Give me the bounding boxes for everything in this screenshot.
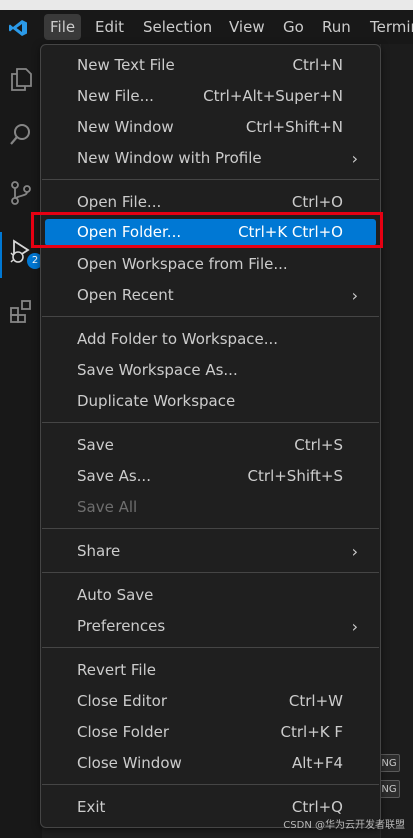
menu-item-shortcut: Ctrl+N [292, 56, 343, 74]
extensions-icon[interactable] [8, 298, 34, 324]
menu-separator [42, 179, 379, 180]
annotation-highlight-box [31, 212, 383, 248]
menu-item-new-window[interactable]: New Window Ctrl+Shift+N [45, 114, 376, 141]
menu-item-label: Close Window [77, 754, 182, 772]
menu-item-new-window-with-profile[interactable]: New Window with Profile › [45, 145, 376, 172]
menu-separator [42, 422, 379, 423]
menubar-edit[interactable]: Edit [89, 14, 130, 40]
menubar-terminal[interactable]: Termin [364, 14, 413, 40]
chevron-right-icon: › [351, 149, 358, 168]
window-top-strip [0, 0, 413, 10]
menu-item-label: Close Editor [77, 692, 168, 710]
menu-separator [42, 528, 379, 529]
side-panel-edge [380, 44, 413, 838]
menu-item-shortcut: Ctrl+K F [280, 723, 344, 741]
menu-item-label: Share [77, 542, 121, 560]
menu-item-shortcut: Ctrl+S [294, 436, 343, 454]
menu-item-label: Save All [77, 498, 138, 516]
menu-item-share[interactable]: Share › [45, 538, 376, 565]
menu-item-shortcut: Ctrl+Alt+Super+N [203, 87, 343, 105]
explorer-icon[interactable] [8, 66, 34, 92]
menu-item-label: Exit [77, 798, 106, 816]
menu-item-label: Open Workspace from File... [77, 255, 288, 273]
menubar-file[interactable]: File [44, 14, 82, 40]
menubar-view[interactable]: View [223, 14, 271, 40]
menu-item-label: Save Workspace As... [77, 361, 238, 379]
menu-separator [42, 316, 379, 317]
menu-item-save-workspace-as[interactable]: Save Workspace As... [45, 357, 376, 384]
chevron-right-icon: › [351, 617, 358, 636]
menu-item-label: Duplicate Workspace [77, 392, 236, 410]
menu-item-label: New Text File [77, 56, 175, 74]
menu-item-label: Save [77, 436, 114, 454]
watermark: CSDN @华为云开发者联盟 [283, 820, 405, 831]
menu-item-label: Close Folder [77, 723, 169, 741]
menu-item-preferences[interactable]: Preferences › [45, 613, 376, 640]
chevron-right-icon: › [351, 286, 358, 305]
menu-separator [42, 572, 379, 573]
menu-item-save[interactable]: Save Ctrl+S [45, 432, 376, 459]
menu-item-label: Add Folder to Workspace... [77, 330, 279, 348]
menu-item-new-file[interactable]: New File... Ctrl+Alt+Super+N [45, 83, 376, 110]
menu-item-label: Preferences [77, 617, 166, 635]
menu-item-save-all: Save All [45, 494, 376, 521]
search-icon[interactable] [8, 121, 34, 147]
menu-item-close-folder[interactable]: Close Folder Ctrl+K F [45, 719, 376, 746]
menu-item-label: New Window [77, 118, 174, 136]
menu-item-shortcut: Ctrl+Shift+N [245, 118, 343, 136]
menu-item-label: Auto Save [77, 586, 154, 604]
activity-bar [0, 44, 42, 838]
menu-item-add-folder-to-workspace[interactable]: Add Folder to Workspace... [45, 326, 376, 353]
menu-item-label: New Window with Profile [77, 149, 262, 167]
menu-item-label: Save As... [77, 467, 151, 485]
menu-item-duplicate-workspace[interactable]: Duplicate Workspace [45, 388, 376, 415]
menu-item-shortcut: Ctrl+Shift+S [247, 467, 343, 485]
background-chip: NG [378, 780, 400, 798]
chevron-right-icon: › [351, 542, 358, 561]
menubar-go[interactable]: Go [277, 14, 310, 40]
menu-separator [42, 647, 379, 648]
menu-item-shortcut: Ctrl+W [288, 692, 343, 710]
menu-separator [42, 784, 379, 785]
menu-item-close-window[interactable]: Close Window Alt+F4 [45, 750, 376, 777]
background-chip: NG [378, 754, 400, 772]
menubar-run[interactable]: Run [316, 14, 357, 40]
menu-item-auto-save[interactable]: Auto Save [45, 582, 376, 609]
menu-item-save-as[interactable]: Save As... Ctrl+Shift+S [45, 463, 376, 490]
menu-item-shortcut: Alt+F4 [291, 754, 343, 772]
menu-item-open-workspace-from-file[interactable]: Open Workspace from File... [45, 251, 376, 278]
source-control-icon[interactable] [8, 180, 34, 206]
file-menu: New Text File Ctrl+N New File... Ctrl+Al… [40, 44, 381, 828]
vscode-logo-icon [9, 20, 27, 36]
menu-item-label: Open Recent [77, 286, 174, 304]
menu-item-new-text-file[interactable]: New Text File Ctrl+N [45, 52, 376, 79]
menu-item-label: New File... [77, 87, 154, 105]
menu-item-open-recent[interactable]: Open Recent › [45, 282, 376, 309]
menu-item-close-editor[interactable]: Close Editor Ctrl+W [45, 688, 376, 715]
menu-item-label: Revert File [77, 661, 156, 679]
menubar-selection[interactable]: Selection [137, 14, 218, 40]
menu-item-revert-file[interactable]: Revert File [45, 657, 376, 684]
active-indicator [0, 232, 2, 278]
